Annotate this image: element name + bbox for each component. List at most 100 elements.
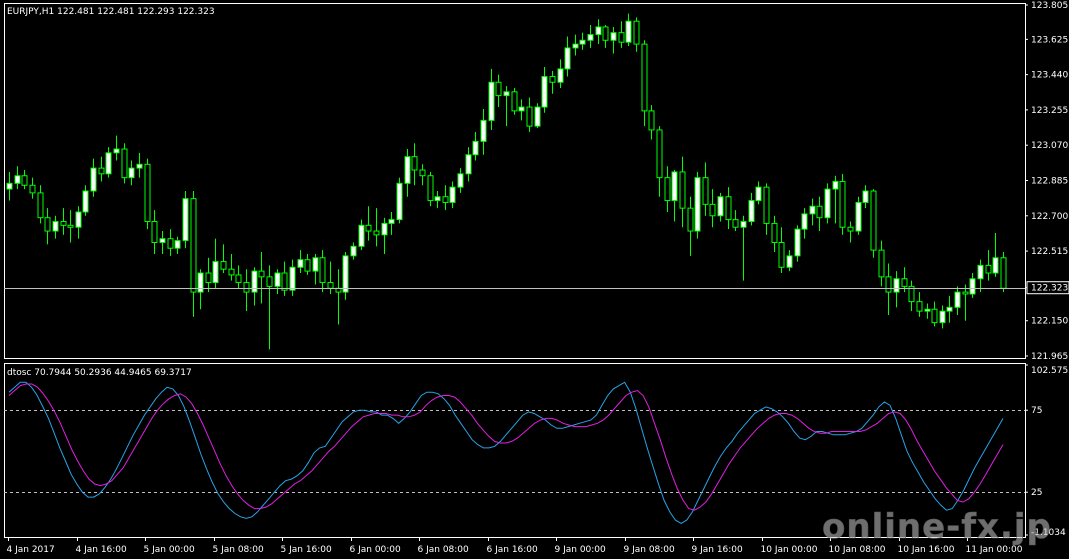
bull-candle-body <box>740 221 747 228</box>
bull-candle-body <box>128 167 135 179</box>
bear-candle-body <box>21 175 28 186</box>
bull-candle-body <box>855 201 862 232</box>
bear-candle-body <box>687 207 694 232</box>
bull-candle-body <box>625 20 632 43</box>
bear-candle-body <box>228 268 235 276</box>
time-tick-label: 5 Jan 08:00 <box>213 545 265 555</box>
bull-candle-body <box>541 76 548 108</box>
bull-candle-body <box>946 306 953 312</box>
bull-candle-body <box>274 272 281 287</box>
bear-candle-body <box>549 76 556 83</box>
bull-candle-body <box>472 140 479 156</box>
candle <box>870 189 877 258</box>
bear-candle-body <box>1000 257 1007 289</box>
time-tick-label: 9 Jan 16:00 <box>692 545 744 555</box>
candle <box>144 158 151 230</box>
time-tick-label: 6 Jan 00:00 <box>350 545 402 555</box>
bull-candle-body <box>954 291 961 308</box>
bear-candle-body <box>885 276 892 293</box>
bear-candle-body <box>878 249 885 278</box>
bear-candle-body <box>618 32 625 43</box>
bull-candle-body <box>717 196 724 217</box>
chart-window[interactable]: EURJPY,H1 122.481 122.481 122.293 122.32… <box>0 0 1069 559</box>
bear-candle-body <box>641 43 648 112</box>
bear-candle-body <box>373 230 380 236</box>
bull-candle-body <box>14 175 21 184</box>
bull-candle-body <box>480 119 487 142</box>
bear-candle-body <box>962 291 969 295</box>
bull-candle-body <box>197 272 204 293</box>
bull-candle-body <box>893 278 900 293</box>
bull-candle-body <box>182 198 189 242</box>
bear-candle-body <box>44 217 51 232</box>
bear-candle-body <box>266 276 273 287</box>
time-tick-label: 9 Jan 08:00 <box>624 545 676 555</box>
bull-candle-body <box>977 264 984 280</box>
bear-candle-body <box>121 148 128 179</box>
bull-candle-body <box>587 34 594 41</box>
price-tick-label: 123.070 <box>1031 141 1068 151</box>
price-tick-label: 123.805 <box>1031 1 1068 11</box>
time-tick-label: 5 Jan 16:00 <box>281 545 333 555</box>
bull-candle-body <box>90 167 97 192</box>
bull-candle-body <box>113 148 120 154</box>
bull-candle-body <box>809 205 816 215</box>
time-tick-label: 6 Jan 16:00 <box>487 545 539 555</box>
bear-candle-body <box>771 222 778 243</box>
price-header: EURJPY,H1 122.481 122.481 122.293 122.32… <box>7 7 215 17</box>
price-tick-label: 121.965 <box>1031 352 1068 362</box>
candle <box>511 87 518 115</box>
bull-candle-body <box>992 257 999 274</box>
bear-candle-body <box>235 274 242 284</box>
bull-candle-body <box>465 154 472 175</box>
bear-candle-body <box>190 198 197 293</box>
bull-candle-body <box>52 221 59 232</box>
bear-candle-body <box>702 177 709 205</box>
bear-candle-body <box>365 224 372 232</box>
bull-candle-body <box>534 106 541 127</box>
bear-candle-body <box>839 180 846 228</box>
bull-candle-body <box>694 177 701 232</box>
bear-candle-body <box>985 264 992 274</box>
bear-candle-body <box>602 26 609 41</box>
bull-candle-body <box>518 106 525 112</box>
time-tick-label: 4 Jan 16:00 <box>76 545 128 555</box>
price-tick-label: 123.440 <box>1031 71 1068 81</box>
bear-candle-body <box>633 20 640 45</box>
bull-candle-body <box>488 81 495 121</box>
bear-candle-body <box>442 196 449 203</box>
bull-candle-body <box>832 180 839 190</box>
bull-candle-body <box>388 219 395 224</box>
bear-candle-body <box>763 186 770 224</box>
indicator-tick-label: 75 <box>1031 406 1042 416</box>
time-tick-label: 4 Jan 2017 <box>7 545 55 555</box>
bull-candle-body <box>289 266 296 291</box>
bear-candle-body <box>816 205 823 219</box>
bear-candle-body <box>656 129 663 179</box>
candle <box>396 177 403 224</box>
bull-candle-body <box>755 186 762 202</box>
bear-candle-body <box>327 282 334 289</box>
bear-candle-body <box>167 238 174 249</box>
bear-candle-body <box>151 221 158 243</box>
bull-candle-body <box>82 190 89 213</box>
bear-candle-body <box>725 196 732 221</box>
bull-candle-body <box>503 91 510 97</box>
bull-candle-body <box>579 39 586 45</box>
bull-candle-body <box>671 171 678 202</box>
bear-candle-body <box>679 171 686 209</box>
bear-candle-body <box>931 308 938 324</box>
bear-candle-body <box>144 163 151 223</box>
candle <box>534 103 541 129</box>
bear-candle-body <box>427 175 434 202</box>
bull-candle-body <box>449 186 456 203</box>
candle <box>839 173 846 235</box>
candle <box>694 171 701 239</box>
current-price-label: 122.323 <box>1031 284 1068 294</box>
candle <box>121 143 128 184</box>
bull-candle-body <box>159 238 166 243</box>
bull-candle-body <box>457 173 464 188</box>
indicator-header: dtosc 70.7944 50.2936 44.9465 69.3717 <box>7 368 192 378</box>
bear-candle-body <box>901 278 908 287</box>
bear-candle-body <box>511 91 518 112</box>
